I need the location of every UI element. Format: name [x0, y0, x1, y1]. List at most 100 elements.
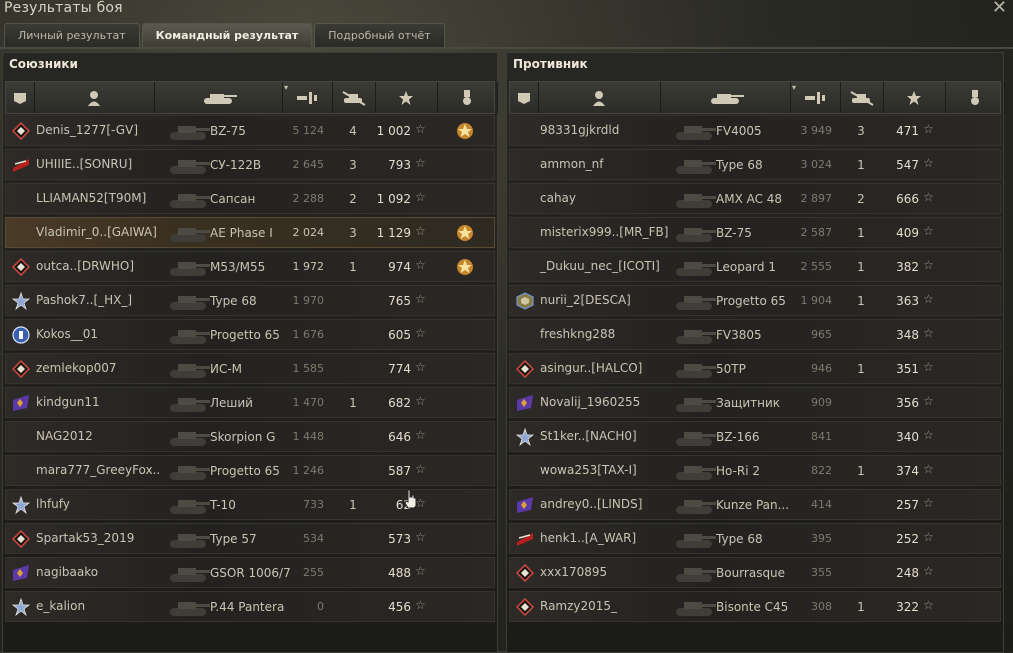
enemies-header-squad[interactable] — [510, 82, 539, 113]
table-row[interactable]: LLIAMAN52[T90M] Сапсан 2 288 2 1 092 ☆ — [5, 183, 495, 214]
player-name[interactable]: asingur..[HALCO] — [540, 361, 642, 375]
player-name[interactable]: LLIAMAN52[T90M] — [36, 191, 146, 205]
allies-header-dmg[interactable]: ▾ — [282, 82, 333, 113]
close-icon[interactable]: ✕ — [992, 0, 1007, 18]
table-row[interactable]: e_kalion P.44 Pantera 0 456 ☆ — [5, 591, 495, 622]
table-row[interactable]: mara777_GreeyFox.. Progetto 65 1 246 587 ☆ — [5, 455, 495, 486]
tank-name: Leopard 1 — [716, 260, 776, 274]
table-row[interactable]: nurii_2[DESCA] Progetto 65 1 904 1 363 ☆ — [509, 285, 1001, 316]
table-row[interactable]: asingur..[HALCO] 50TP 946 1 351 ☆ — [509, 353, 1001, 384]
table-row[interactable]: Vladimir_0..[GAIWA] AE Phase I 2 024 3 1 129… — [5, 217, 495, 248]
table-row[interactable]: Pashok7..[_HX_] Type 68 1 970 765 ☆ — [5, 285, 495, 316]
table-row[interactable]: cahay AMX AC 48 2 897 2 666 ☆ — [509, 183, 1001, 214]
xp-star-icon: ☆ — [415, 564, 426, 578]
table-row[interactable]: _Dukuu_nec_[ICOTI] Leopard 1 2 555 1 382 ☆ — [509, 251, 1001, 282]
table-row[interactable]: Novalij_1960255 Защитник 909 356 ☆ — [509, 387, 1001, 418]
damage-value: 414 — [811, 498, 832, 511]
xp-value: 252 — [896, 532, 919, 546]
player-name[interactable]: xxx170895 — [540, 565, 607, 579]
player-name[interactable]: Pashok7..[_HX_] — [36, 293, 132, 307]
player-name[interactable]: nurii_2[DESCA] — [540, 293, 631, 307]
allies-header-medal[interactable] — [437, 82, 498, 113]
player-name[interactable]: andrey0..[LINDS] — [540, 497, 642, 511]
table-row[interactable]: henk1..[A_WAR] Type 68 395 252 ☆ — [509, 523, 1001, 554]
player-name[interactable]: henk1..[A_WAR] — [540, 531, 636, 545]
player-name[interactable]: lhfufy — [36, 497, 70, 511]
tank-icon — [676, 398, 716, 412]
damage-value: 2 645 — [292, 158, 325, 171]
table-row[interactable]: nagibaako GSOR 1006/7 255 488 ☆ — [5, 557, 495, 588]
kills-value: 2 — [349, 192, 357, 206]
tab-personal-result[interactable]: Личный результат — [4, 23, 140, 48]
xp-value: 348 — [896, 328, 919, 342]
table-row[interactable]: wowa253[TAX-I] Ho-Ri 2 822 1 374 ☆ — [509, 455, 1001, 486]
player-name[interactable]: ammon_nf — [540, 157, 604, 171]
player-name[interactable]: _Dukuu_nec_[ICOTI] — [540, 259, 660, 273]
player-name[interactable]: misterix999..[MR_FB] — [540, 225, 668, 239]
player-name[interactable]: outca..[DRWHO] — [36, 259, 134, 273]
allies-header-player[interactable] — [34, 82, 155, 113]
table-row[interactable]: outca..[DRWHO] M53/M55 1 972 1 974 ☆ — [5, 251, 495, 282]
table-row[interactable]: freshkng288 FV3805 965 348 ☆ — [509, 319, 1001, 350]
table-row[interactable]: UHIIIE..[SONRU] СУ-122В 2 645 3 793 ☆ — [5, 149, 495, 180]
damage-value: 733 — [303, 498, 324, 511]
player-name[interactable]: Ramzy2015_ — [540, 599, 617, 613]
enemies-header-dmg[interactable]: ▾ — [790, 82, 841, 113]
enemies-header-kills[interactable] — [840, 82, 884, 113]
player-name[interactable]: 98331gjkrdld — [540, 123, 619, 137]
tank-icon — [676, 330, 716, 344]
player-name[interactable]: mara777_GreeyFox.. — [36, 463, 160, 477]
allies-header-tank[interactable] — [154, 82, 283, 113]
table-row[interactable]: Kokos__01 Progetto 65 1 676 605 ☆ — [5, 319, 495, 350]
tank-icon — [711, 93, 744, 104]
damage-value: 1 972 — [292, 260, 325, 273]
enemies-header-xp[interactable] — [883, 82, 946, 113]
table-row[interactable]: Spartak53_2019 Type 57 534 573 ☆ — [5, 523, 495, 554]
tank-name: BZ-75 — [210, 124, 246, 138]
player-name[interactable]: Spartak53_2019 — [36, 531, 134, 545]
enemies-header-tank[interactable] — [660, 82, 791, 113]
player-name[interactable]: Novalij_1960255 — [540, 395, 640, 409]
star-badge-icon — [12, 292, 30, 310]
enemies-header-player[interactable] — [538, 82, 661, 113]
table-row[interactable]: xxx170895 Bourrasque 355 248 ☆ — [509, 557, 1001, 588]
table-row[interactable]: kindgun11 Леший 1 470 1 682 ☆ — [5, 387, 495, 418]
player-name[interactable]: Denis_1277[-GV] — [36, 123, 138, 137]
squad-icon — [14, 92, 26, 104]
kills-value: 1 — [857, 362, 865, 376]
table-row[interactable]: zemlekop007 ИС-М 1 585 774 ☆ — [5, 353, 495, 384]
table-row[interactable]: 98331gjkrdld FV4005 3 949 3 471 ☆ — [509, 115, 1001, 146]
table-row[interactable]: ammon_nf Type 68 3 024 1 547 ☆ — [509, 149, 1001, 180]
tab-detailed-report[interactable]: Подробный отчёт — [314, 23, 445, 48]
allies-header-xp[interactable] — [375, 82, 438, 113]
player-name[interactable]: freshkng288 — [540, 327, 615, 341]
enemies-header-medal[interactable] — [945, 82, 1005, 113]
table-row[interactable]: andrey0..[LINDS] Kunze Pan... 414 257 ☆ — [509, 489, 1001, 520]
player-name[interactable]: nagibaako — [36, 565, 98, 579]
player-name[interactable]: Vladimir_0..[GAIWA] — [36, 225, 157, 239]
player-name[interactable]: St1ker..[NACH0] — [540, 429, 637, 443]
xp-star-icon: ☆ — [415, 360, 426, 374]
tank-icon — [170, 330, 210, 344]
allies-header-squad[interactable] — [6, 82, 35, 113]
player-name[interactable]: kindgun11 — [36, 395, 100, 409]
table-row[interactable]: St1ker..[NACH0] BZ-166 841 340 ☆ — [509, 421, 1001, 452]
player-name[interactable]: Kokos__01 — [36, 327, 98, 341]
xp-value: 248 — [896, 566, 919, 580]
tank-icon — [170, 160, 210, 174]
table-row[interactable]: NAG2012 Skorpion G 1 448 646 ☆ — [5, 421, 495, 452]
player-name[interactable]: NAG2012 — [36, 429, 93, 443]
player-name[interactable]: wowa253[TAX-I] — [540, 463, 637, 477]
player-name[interactable]: cahay — [540, 191, 576, 205]
table-row[interactable]: Ramzy2015_ Bisonte C45 308 1 322 ☆ — [509, 591, 1001, 622]
player-name[interactable]: UHIIIE..[SONRU] — [36, 157, 132, 171]
xp-star-icon: ☆ — [415, 428, 426, 442]
table-row[interactable]: misterix999..[MR_FB] BZ-75 2 587 1 409 ☆ — [509, 217, 1001, 248]
table-row[interactable]: lhfufy T-10 733 1 62 ☆ — [5, 489, 495, 520]
tab-team-result[interactable]: Командный результат — [141, 23, 313, 48]
table-row[interactable]: Denis_1277[-GV] BZ-75 5 124 4 1 002 ☆ — [5, 115, 495, 146]
player-name[interactable]: e_kalion — [36, 599, 85, 613]
damage-value: 2 897 — [800, 192, 833, 205]
player-name[interactable]: zemlekop007 — [36, 361, 116, 375]
allies-header-kills[interactable] — [332, 82, 376, 113]
